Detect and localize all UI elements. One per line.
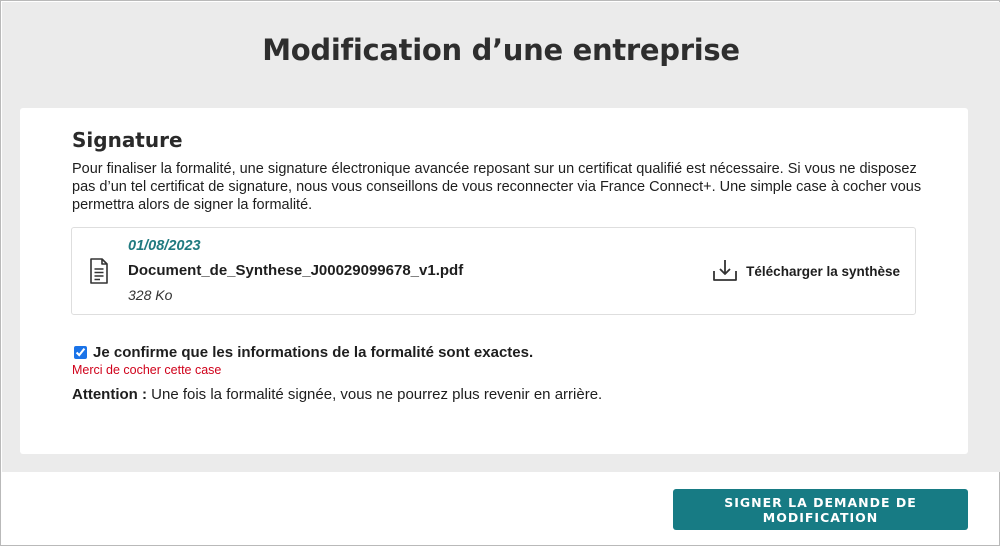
warning-text: Attention : Une fois la formalité signée… bbox=[72, 386, 602, 403]
document-icon bbox=[90, 258, 108, 284]
download-icon bbox=[713, 260, 738, 281]
download-label: Télécharger la synthèse bbox=[746, 263, 900, 279]
warning-body: Une fois la formalité signée, vous ne po… bbox=[146, 386, 603, 403]
confirm-row[interactable]: Je confirme que les informations de la f… bbox=[74, 344, 533, 361]
document-filename: Document_de_Synthese_J00029099678_v1.pdf bbox=[128, 262, 464, 279]
error-message: Merci de cocher cette case bbox=[72, 363, 222, 377]
page-title: Modification d’une entreprise bbox=[262, 33, 740, 67]
confirm-label: Je confirme que les informations de la f… bbox=[93, 344, 534, 361]
section-title: Signature bbox=[72, 128, 183, 152]
warning-prefix: Attention : bbox=[72, 386, 147, 403]
document-box: 01/08/2023 Document_de_Synthese_J0002909… bbox=[71, 227, 916, 315]
document-size: 328 Ko bbox=[128, 287, 173, 303]
download-summary-button[interactable]: Télécharger la synthèse bbox=[712, 258, 900, 284]
signature-card: Signature Pour finaliser la formalité, u… bbox=[20, 108, 968, 454]
sign-request-button[interactable]: SIGNER LA DEMANDE DE MODIFICATION bbox=[673, 489, 968, 530]
confirm-checkbox[interactable] bbox=[74, 346, 87, 359]
document-date: 01/08/2023 bbox=[128, 238, 201, 254]
signature-intro: Pour finaliser la formalité, une signatu… bbox=[72, 161, 922, 213]
page-frame: Modification d’une entreprise Signature … bbox=[0, 0, 1000, 546]
